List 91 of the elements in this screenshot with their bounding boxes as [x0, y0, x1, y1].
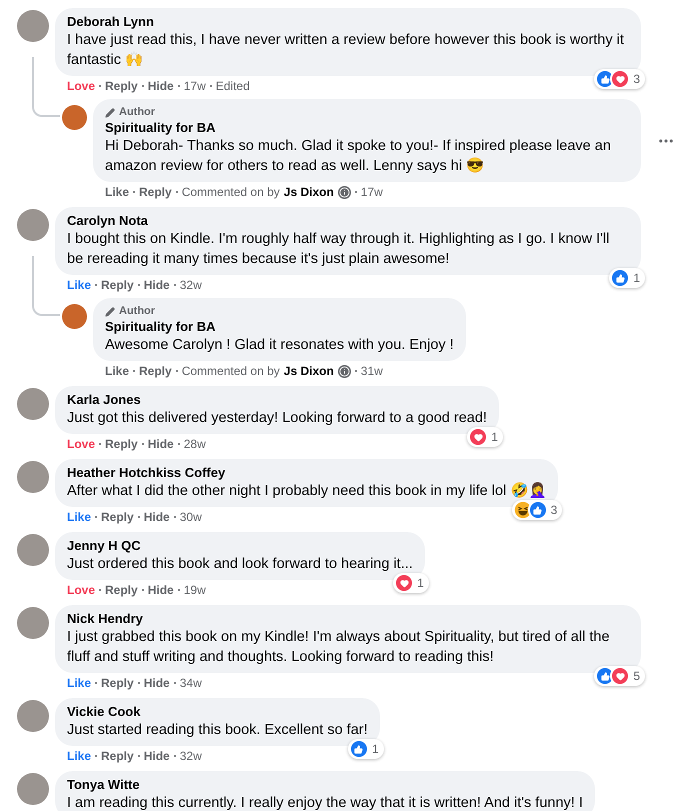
hide-link[interactable]: Hide [144, 747, 170, 765]
react-link[interactable]: Like [67, 674, 92, 692]
user-avatar[interactable] [17, 607, 49, 639]
reaction-count: 1 [491, 429, 498, 446]
reply-link[interactable]: Reply [101, 276, 134, 294]
pencil-icon [105, 108, 115, 118]
author-label: Author [119, 105, 156, 120]
reaction-count: 1 [633, 270, 640, 287]
comment-text: I bought this on Kindle. I'm roughly half way through it. Highlighting as I go. I know I'll be rereading it many times because it's just plain awesome! [67, 230, 610, 269]
reply-link[interactable]: Reply [139, 362, 172, 380]
comment-text: I just grabbed this book on my Kindle! I'm always about Spirituality, but tired of all the fluff and stuff writing and thoughts. Looking forward to reading this! [67, 628, 611, 667]
react-link[interactable]: Love [67, 77, 96, 95]
reply-link[interactable]: Reply [101, 747, 134, 765]
reaction-summary[interactable]: 3 [512, 500, 562, 520]
user-avatar[interactable] [17, 700, 49, 732]
timestamp[interactable]: 28w [184, 435, 206, 453]
comment-text: Hi Deborah- Thanks so much. Glad it spoke to you!- If inspired please leave an amazon review for others to read as well. Lenny says hi 😎 [105, 137, 612, 176]
timestamp[interactable]: 30w [180, 508, 202, 526]
react-link[interactable]: Like [67, 747, 92, 765]
user-avatar[interactable] [17, 461, 49, 493]
reply-link[interactable]: Reply [105, 581, 138, 599]
author-label: Author [119, 304, 156, 319]
hide-link[interactable]: Hide [148, 581, 174, 599]
commenter-name[interactable]: Spirituality for BA [105, 319, 454, 335]
commenter-name[interactable]: Heather Hotchkiss Coffey [67, 465, 546, 481]
comment-text: Just ordered this book and look forward to hearing it... [67, 555, 413, 574]
commenter-name[interactable]: Carolyn Nota [67, 213, 629, 229]
reply-link[interactable]: Reply [101, 674, 134, 692]
react-link[interactable]: Like [67, 276, 92, 294]
reaction-count: 1 [417, 575, 424, 592]
timestamp[interactable]: 17w [360, 183, 383, 201]
reaction-count: 1 [372, 741, 379, 758]
comment-text: Awesome Carolyn ! Glad it resonates with you. Enjoy ! [105, 336, 454, 355]
react-link[interactable]: Like [67, 508, 92, 526]
reply-link[interactable]: Reply [105, 77, 138, 95]
pencil-icon [105, 306, 115, 316]
info-icon[interactable] [338, 186, 351, 198]
commenter-link[interactable]: Js Dixon [284, 183, 334, 201]
thread-connector-line [32, 256, 60, 316]
react-link[interactable]: Love [67, 435, 96, 453]
react-link[interactable]: Like [105, 183, 130, 201]
commenter-link[interactable]: Js Dixon [284, 362, 334, 380]
reaction-summary[interactable]: 1 [348, 739, 384, 759]
hide-link[interactable]: Hide [144, 276, 170, 294]
commenter-name[interactable]: Deborah Lynn [67, 14, 629, 30]
timestamp[interactable]: 34w [180, 674, 202, 692]
hide-link[interactable]: Hide [144, 508, 170, 526]
commenter-name[interactable]: Tonya Witte [67, 777, 583, 793]
reaction-count: 3 [633, 71, 640, 88]
commenter-name[interactable]: Jenny H QC [67, 538, 413, 554]
commenter-name[interactable]: Vickie Cook [67, 704, 368, 720]
hide-link[interactable]: Hide [144, 674, 170, 692]
commenter-name[interactable]: Nick Hendry [67, 611, 629, 627]
user-avatar[interactable] [17, 388, 49, 420]
page-avatar[interactable] [62, 304, 87, 329]
timestamp[interactable]: 31w [360, 362, 383, 380]
timestamp[interactable]: 19w [184, 581, 206, 599]
timestamp[interactable]: 32w [180, 747, 202, 765]
commented-label: Commented on by [182, 184, 280, 201]
reaction-summary[interactable]: 1 [467, 427, 503, 447]
hide-link[interactable]: Hide [148, 77, 174, 95]
react-link[interactable]: Like [105, 362, 130, 380]
commenter-name[interactable]: Spirituality for BA [105, 120, 629, 136]
comment-text: Just started reading this book. Excellent so far! [67, 721, 368, 740]
user-avatar[interactable] [17, 534, 49, 566]
comment-text: Just got this delivered yesterday! Looking forward to a good read! [67, 409, 487, 428]
reply-link[interactable]: Reply [105, 435, 138, 453]
hide-link[interactable]: Hide [148, 435, 174, 453]
thread-connector-line [32, 57, 60, 117]
reaction-summary[interactable]: 1 [393, 573, 429, 593]
comment-text: After what I did the other night I probably need this book in my life lol 🤣🤦‍♀ [67, 481, 546, 501]
reply-link[interactable]: Reply [101, 508, 134, 526]
user-avatar[interactable] [17, 10, 49, 42]
reaction-summary[interactable]: 3 [594, 69, 645, 89]
commenter-name[interactable]: Karla Jones [67, 392, 487, 408]
reply-link[interactable]: Reply [139, 183, 172, 201]
reaction-summary[interactable]: 1 [609, 268, 645, 288]
comment-text: I have just read this, I have never written a review before however this book is worthy it fantastic 🙌 [67, 31, 625, 70]
reaction-count: 5 [633, 668, 640, 685]
reaction-summary[interactable]: 5 [594, 666, 645, 686]
react-link[interactable]: Love [67, 581, 96, 599]
info-icon[interactable] [338, 364, 351, 378]
edited-label: Edited [216, 78, 250, 95]
commented-label: Commented on by [182, 363, 280, 380]
user-avatar[interactable] [17, 209, 49, 241]
timestamp[interactable]: 17w [184, 77, 206, 95]
timestamp[interactable]: 32w [180, 276, 202, 294]
comment-text: I am reading this currently. I really enjoy the way that it is written! And it's funny! I [67, 794, 583, 811]
user-avatar[interactable] [17, 773, 49, 805]
page-avatar[interactable] [62, 105, 87, 130]
reaction-count: 3 [550, 502, 558, 519]
